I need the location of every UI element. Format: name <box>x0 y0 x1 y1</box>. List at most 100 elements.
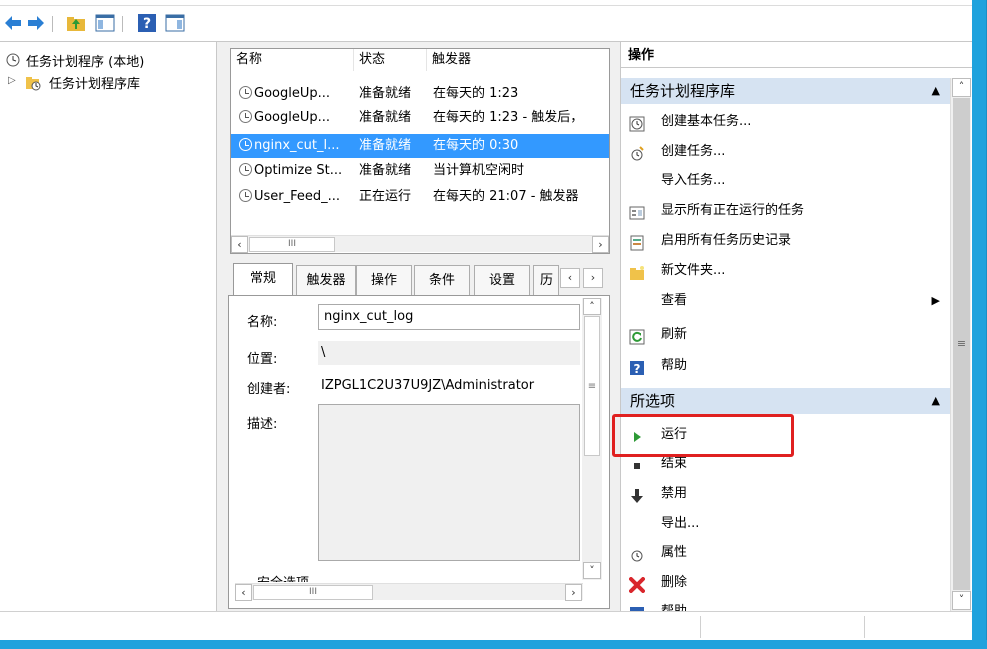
table-row[interactable]: User_Feed_... 正在运行 在每天的 21:07 - 触发器 <box>231 185 609 209</box>
name-label: 名称: <box>247 315 278 330</box>
scroll-thumb[interactable]: ≡ <box>953 98 970 590</box>
task-clock-icon <box>239 138 252 151</box>
scroll-left-icon[interactable]: ‹ <box>231 236 248 253</box>
expand-arrow-icon[interactable]: ▷ <box>8 75 16 86</box>
svg-text:?: ? <box>634 362 641 376</box>
author-label: 创建者: <box>247 382 291 397</box>
help-icon: ? <box>629 358 645 376</box>
scroll-thumb[interactable]: III <box>249 237 335 252</box>
tab-history[interactable]: 历 <box>533 265 559 295</box>
task-name-field[interactable]: nginx_cut_log <box>318 304 580 330</box>
back-icon[interactable] <box>3 13 23 33</box>
detail-hscrollbar[interactable]: ‹ III › <box>235 583 583 601</box>
status-divider <box>700 616 701 638</box>
action-refresh[interactable]: 刷新 <box>621 320 950 349</box>
description-field[interactable] <box>318 404 580 561</box>
create-task-icon <box>629 144 645 161</box>
scroll-up-icon[interactable]: ˄ <box>583 298 601 315</box>
table-row[interactable]: GoogleUp... 准备就绪 在每天的 1:23 <box>231 82 609 106</box>
detail-vscrollbar[interactable]: ˄ ≡ ˅ <box>582 298 602 580</box>
scroll-thumb[interactable]: III <box>253 585 373 600</box>
action-show-running-tasks[interactable]: 显示所有正在运行的任务 <box>621 196 950 225</box>
collapse-arrow-icon[interactable]: ▲ <box>932 78 940 104</box>
tab-actions[interactable]: 操作 <box>356 265 412 295</box>
description-label: 描述: <box>247 417 278 432</box>
table-row[interactable]: GoogleUp... 准备就绪 在每天的 1:23 - 触发后， <box>231 106 609 130</box>
column-header-status[interactable]: 状态 <box>354 49 427 71</box>
section-header-selected-item[interactable]: 所选项 ▲ <box>621 388 950 414</box>
author-value: IZPGL1C2U37U9JZ\Administrator <box>321 378 535 393</box>
action-help-selected[interactable]: 帮助 <box>621 597 950 611</box>
task-detail-panel: 名称: nginx_cut_log 位置: \ 创建者: IZPGL1C2U37… <box>228 295 610 609</box>
action-view[interactable]: 查看 ▶ <box>621 286 950 315</box>
task-clock-icon <box>239 189 252 202</box>
pane-splitter[interactable] <box>612 42 620 611</box>
pane-splitter[interactable] <box>217 42 225 611</box>
window-frame-bottom <box>0 640 987 649</box>
running-tasks-icon <box>629 203 645 220</box>
scroll-right-icon[interactable]: › <box>565 584 582 601</box>
scroll-thumb[interactable]: ≡ <box>584 316 600 456</box>
window-frame-right <box>972 0 987 649</box>
show-hide-action-pane-icon[interactable] <box>165 13 185 33</box>
tab-triggers[interactable]: 触发器 <box>296 265 356 295</box>
task-clock-icon <box>239 110 252 123</box>
new-folder-icon <box>629 263 645 280</box>
status-divider <box>864 616 865 638</box>
action-disable[interactable]: 禁用 <box>621 479 950 508</box>
tab-general[interactable]: 常规 <box>233 263 293 295</box>
action-export[interactable]: 导出... <box>621 509 950 538</box>
task-library-folder-icon <box>25 75 41 91</box>
disable-icon <box>629 486 645 503</box>
tab-conditions[interactable]: 条件 <box>414 265 470 295</box>
action-enable-history[interactable]: 启用所有任务历史记录 <box>621 226 950 255</box>
tree-root-label[interactable]: 任务计划程序 (本地) <box>26 51 144 70</box>
delete-icon <box>629 575 645 593</box>
action-help[interactable]: ? 帮助 <box>621 351 950 380</box>
history-icon <box>629 233 645 251</box>
action-create-basic-task[interactable]: 创建基本任务... <box>621 107 950 136</box>
scroll-down-icon[interactable]: ˅ <box>952 591 971 610</box>
column-header-name[interactable]: 名称 <box>231 49 354 71</box>
show-hide-tree-icon[interactable] <box>95 13 115 33</box>
scroll-down-icon[interactable]: ˅ <box>583 562 601 579</box>
action-create-task[interactable]: 创建任务... <box>621 137 950 166</box>
refresh-icon <box>629 327 645 345</box>
help-icon <box>629 604 645 611</box>
scroll-up-icon[interactable]: ˄ <box>952 78 971 97</box>
status-bar <box>0 611 972 640</box>
tab-scroll-right-icon[interactable]: › <box>583 268 603 288</box>
toolbar-separator <box>52 16 53 32</box>
action-new-folder[interactable]: 新文件夹... <box>621 256 950 285</box>
collapse-arrow-icon[interactable]: ▲ <box>932 388 940 414</box>
action-import-task[interactable]: 导入任务... <box>621 166 950 195</box>
create-basic-task-icon <box>629 114 645 132</box>
toolbar: ? <box>0 6 972 42</box>
location-value: \ <box>318 341 580 365</box>
help-icon[interactable]: ? <box>137 13 157 33</box>
tree-item-task-library[interactable]: 任务计划程序库 <box>49 73 140 92</box>
actions-title: 操作 <box>621 42 972 68</box>
up-folder-icon[interactable] <box>66 13 86 33</box>
action-properties[interactable]: 属性 <box>621 538 950 567</box>
task-list-hscrollbar[interactable]: ‹ III › <box>231 235 609 253</box>
tab-scroll-left-icon[interactable]: ‹ <box>560 268 580 288</box>
location-label: 位置: <box>247 352 278 367</box>
navigation-tree: 任务计划程序 (本地) ▷ 任务计划程序库 <box>0 42 217 611</box>
section-label: 所选项 <box>630 392 676 410</box>
action-delete[interactable]: 删除 <box>621 568 950 597</box>
table-row-selected[interactable]: nginx_cut_l... 准备就绪 在每天的 0:30 <box>231 134 609 158</box>
submenu-arrow-icon: ▶ <box>931 294 940 307</box>
column-header-trigger[interactable]: 触发器 <box>427 49 609 71</box>
table-row[interactable]: Optimize St... 准备就绪 当计算机空闲时 <box>231 159 609 183</box>
security-options-label: 安全选项 <box>257 572 309 582</box>
task-clock-icon <box>239 86 252 99</box>
section-header-task-library[interactable]: 任务计划程序库 ▲ <box>621 78 950 104</box>
scroll-right-icon[interactable]: › <box>592 236 609 253</box>
scroll-left-icon[interactable]: ‹ <box>235 584 252 601</box>
clock-icon <box>6 53 20 67</box>
end-icon <box>629 456 645 472</box>
tab-settings[interactable]: 设置 <box>474 265 530 295</box>
forward-icon[interactable] <box>26 13 46 33</box>
actions-vscrollbar[interactable]: ˄ ≡ ˅ <box>950 78 971 611</box>
